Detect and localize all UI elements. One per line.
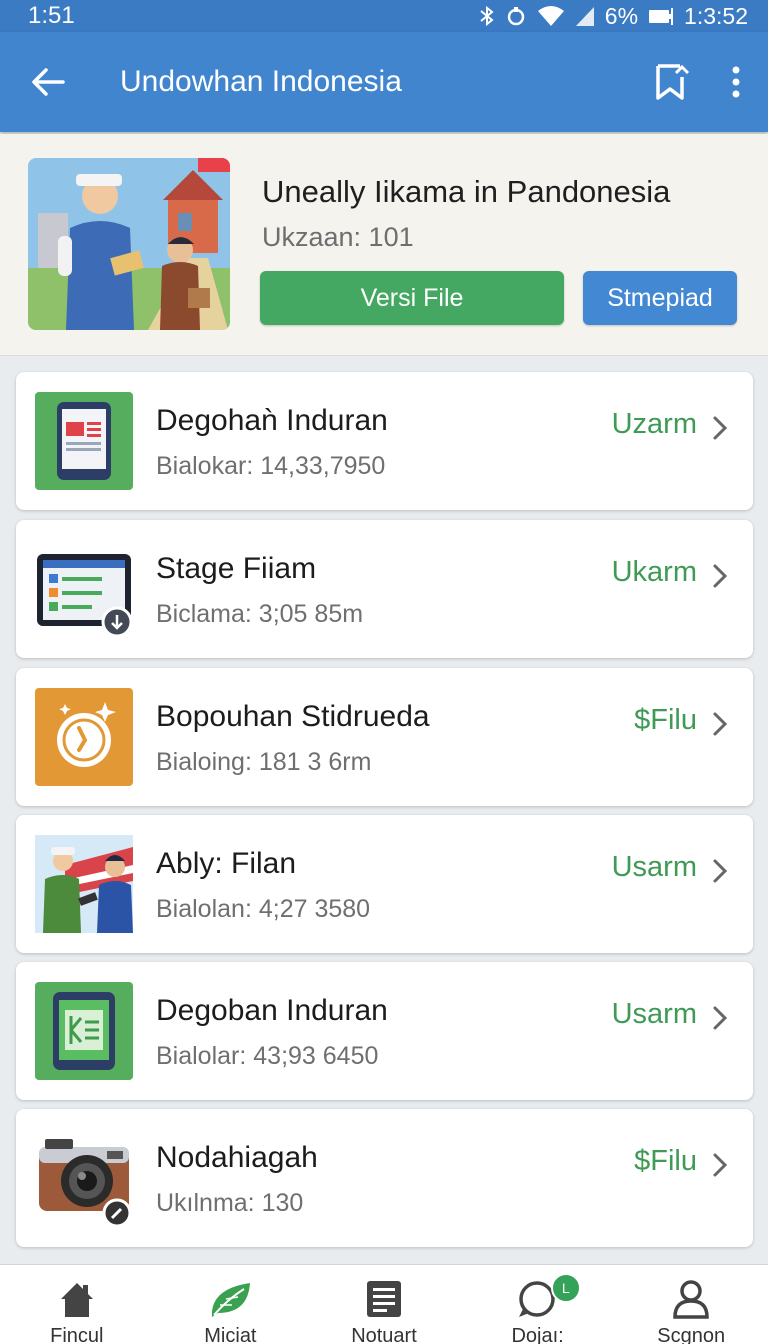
hero-section: Uneally Iikama in Pandonesia Ukzaan: 101…: [0, 134, 768, 356]
item-name: Ably: Filan: [156, 847, 297, 880]
list-item[interactable]: Stage Fiiam Biclama: 3;05 85m Ukarm: [16, 520, 753, 658]
item-meta: Biclama: 3;05 85m: [156, 600, 364, 628]
battery-icon: [649, 8, 674, 25]
tablet-list-icon: [35, 982, 133, 1080]
item-status: Ukarm: [611, 556, 697, 588]
more-options-button[interactable]: [704, 32, 768, 132]
item-meta: Bialolar: 43;93 6450: [156, 1042, 379, 1070]
hero-illustration: [28, 158, 230, 330]
nav-label: Fincul: [50, 1325, 104, 1344]
item-name: Degohaǹ Induran: [156, 404, 388, 437]
item-status: Uzarm: [611, 408, 697, 440]
chevron-right-icon: [713, 1006, 728, 1030]
chevron-right-icon: [713, 564, 728, 588]
item-status: $Filu: [634, 1145, 697, 1177]
nav-item-scgnon[interactable]: Scgnon: [614, 1265, 768, 1344]
person-icon: [673, 1280, 709, 1319]
officers-icon: [35, 835, 133, 933]
checklist-tablet-icon: [35, 540, 133, 638]
item-name: Degoban Induran: [156, 994, 388, 1027]
nav-item-notuart[interactable]: Notuart: [307, 1265, 461, 1344]
list-item[interactable]: Degohaǹ Induran Bialokar: 14,33,7950 Uza…: [16, 372, 753, 510]
item-name: Bopouhan Stidrueda: [156, 700, 430, 733]
status-indicators: 6% 1:3:52: [479, 3, 748, 30]
bluetooth-icon: [480, 5, 494, 27]
page-title: Undowhan Indonesia: [120, 65, 402, 98]
hero-subtitle: Ukzaan: 101: [262, 222, 414, 252]
arrow-left-icon: [32, 68, 65, 96]
bottom-navigation: Fincul Miciat Notuart L Dojaı: Scgnon: [0, 1264, 768, 1344]
item-status: Usarm: [611, 851, 697, 883]
item-meta: Bialokar: 14,33,7950: [156, 452, 386, 480]
notification-badge: L: [550, 1273, 581, 1303]
item-status: Usarm: [611, 998, 697, 1030]
back-button[interactable]: [0, 32, 96, 132]
item-meta: Bialoing: 181 3 6rm: [156, 748, 372, 776]
status-time-left: 1:51: [28, 2, 75, 29]
tablet-document-icon: [35, 392, 133, 490]
battery-percent: 6%: [604, 2, 639, 29]
signal-icon: [575, 7, 594, 26]
more-vert-icon: [732, 66, 740, 98]
status-bar: 1:51 6% 1:3:52: [0, 0, 768, 32]
item-name: Nodahiagah: [156, 1141, 318, 1174]
clock-badge-icon: [35, 688, 133, 786]
app-bar: Undowhan Indonesia: [0, 32, 768, 132]
document-icon: [366, 1281, 401, 1317]
list-item[interactable]: Ably: Filan Bialolan: 4;27 3580 Usarm: [16, 815, 753, 953]
chevron-right-icon: [713, 1153, 728, 1177]
hero-title: Uneally Iikama in Pandonesia: [262, 174, 671, 209]
camera-icon: [35, 1129, 133, 1228]
versi-file-button[interactable]: Versi File: [260, 271, 564, 325]
stmepiad-button[interactable]: Stmepiad: [583, 271, 737, 325]
nav-label: Scgnon: [657, 1325, 726, 1344]
item-meta: Bialolan: 4;27 3580: [156, 895, 371, 923]
chevron-right-icon: [713, 416, 728, 440]
bookmark-icon: [656, 64, 690, 100]
nav-label: Dojaı:: [511, 1325, 564, 1344]
item-name: Stage Fiiam: [156, 552, 317, 585]
nav-item-fincul[interactable]: Fincul: [0, 1265, 154, 1344]
list-item[interactable]: Bopouhan Stidrueda Bialoing: 181 3 6rm $…: [16, 668, 753, 806]
nav-item-dojai[interactable]: L Dojaı:: [461, 1265, 615, 1344]
bookmark-button[interactable]: [640, 32, 704, 132]
home-icon: [60, 1283, 93, 1317]
chevron-right-icon: [713, 712, 728, 736]
nav-label: Notuart: [351, 1325, 417, 1344]
chevron-right-icon: [713, 859, 728, 883]
sync-icon: [507, 7, 525, 26]
list-item[interactable]: Nodahiagah Ukılnma: 130 $Filu: [16, 1109, 753, 1247]
nav-label: Miciat: [204, 1325, 257, 1344]
status-time-right: 1:3:52: [684, 2, 748, 29]
list-item[interactable]: Degoban Induran Bialolar: 43;93 6450 Usa…: [16, 962, 753, 1100]
item-status: $Filu: [634, 704, 697, 736]
leaf-icon: [212, 1283, 251, 1317]
nav-item-miciat[interactable]: Miciat: [154, 1265, 308, 1344]
item-meta: Ukılnma: 130: [156, 1189, 304, 1217]
wifi-icon: [537, 6, 564, 26]
